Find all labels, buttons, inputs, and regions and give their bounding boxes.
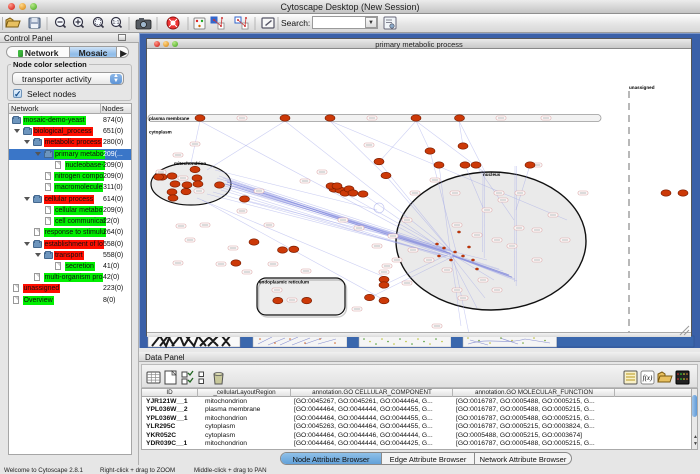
svg-text:endoplasmic reticulum: endoplasmic reticulum bbox=[259, 280, 309, 285]
svg-text:mitochondrion: mitochondrion bbox=[174, 161, 206, 166]
svg-text:unassigned: unassigned bbox=[629, 85, 655, 90]
svg-text:nucleus: nucleus bbox=[483, 172, 501, 177]
svg-text:1:1: 1:1 bbox=[113, 20, 120, 26]
svg-text:plasma membrane: plasma membrane bbox=[149, 116, 190, 121]
svg-text:f(x): f(x) bbox=[643, 374, 653, 382]
svg-text:cytoplasm: cytoplasm bbox=[149, 130, 172, 135]
